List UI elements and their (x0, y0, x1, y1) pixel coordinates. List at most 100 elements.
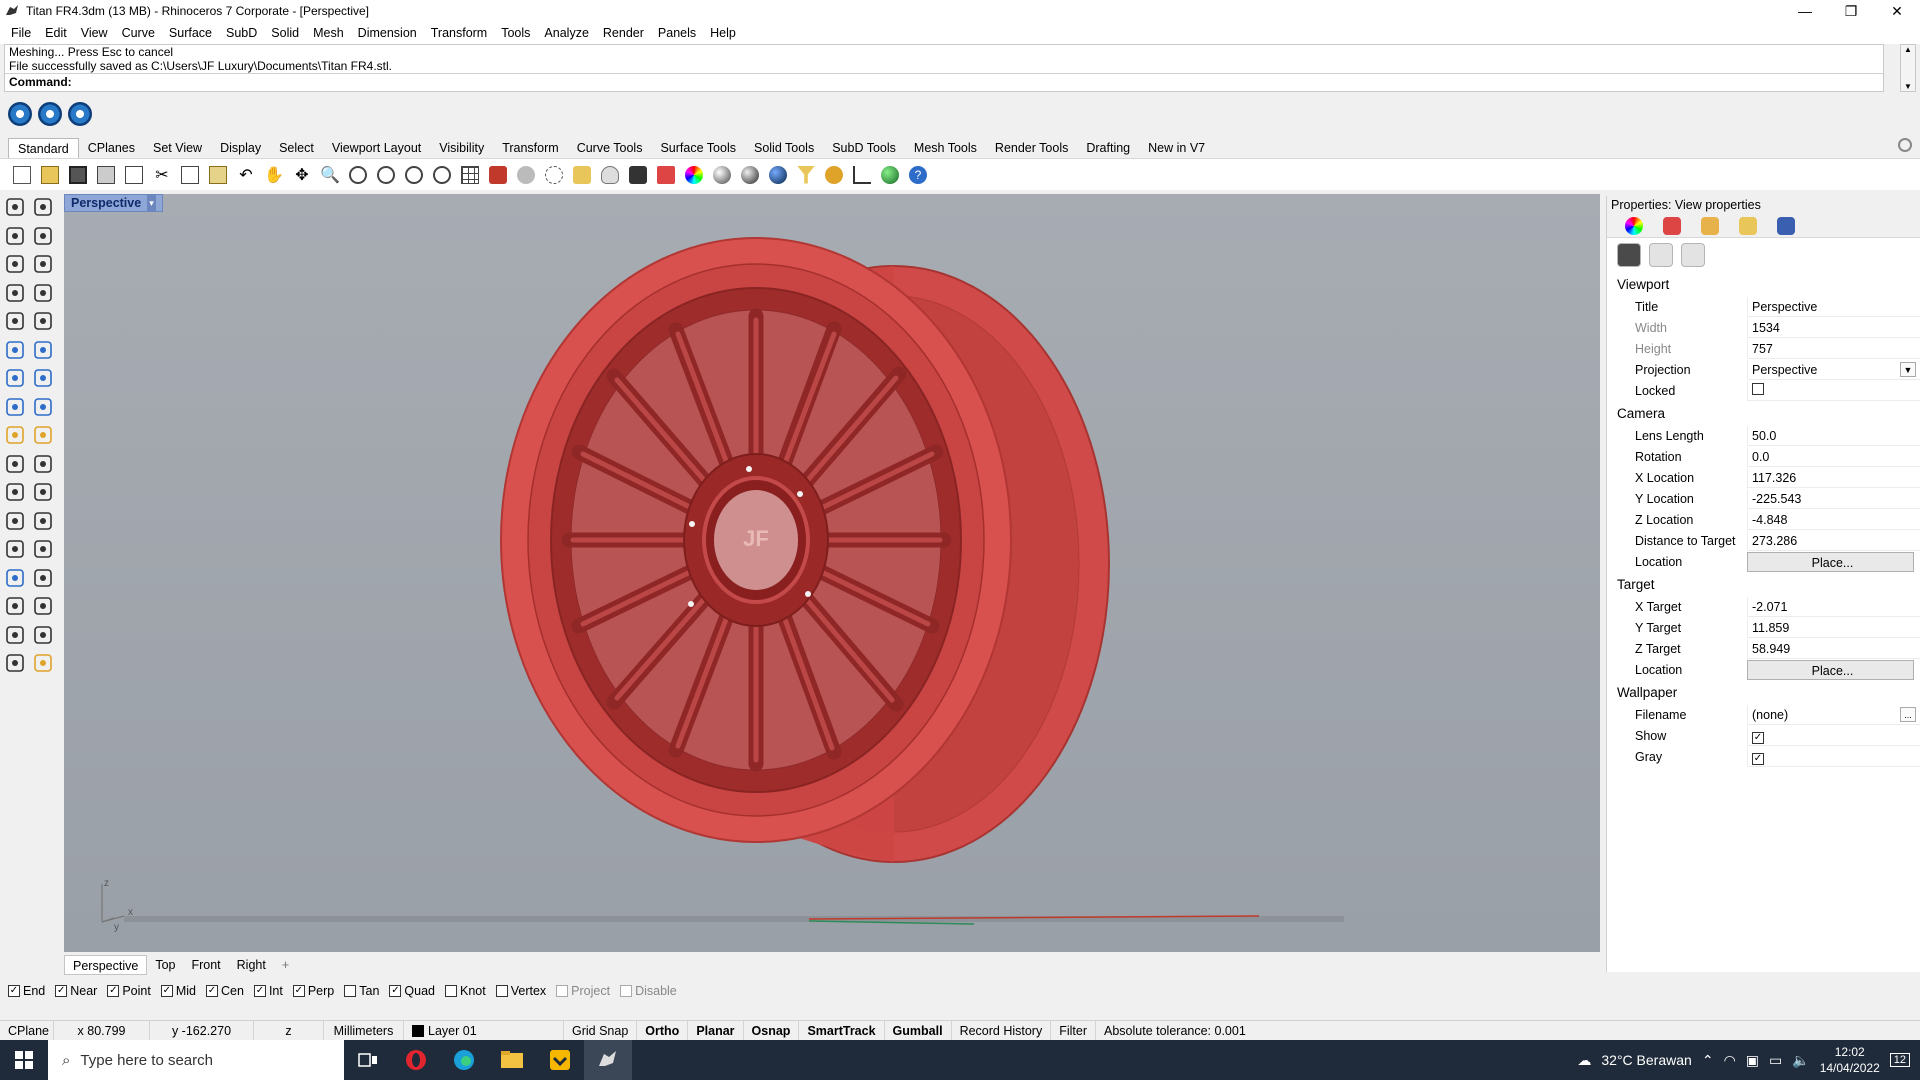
zoom-extents-icon[interactable] (374, 163, 398, 187)
rotate-view-icon[interactable]: ✥ (290, 163, 314, 187)
tab-viewport-layout[interactable]: Viewport Layout (323, 138, 430, 158)
rotate-icon[interactable] (4, 538, 28, 562)
explode-icon[interactable] (32, 424, 56, 448)
split-icon[interactable] (4, 424, 28, 448)
tab-select[interactable]: Select (270, 138, 323, 158)
volume-icon[interactable]: 🔈 (1792, 1052, 1809, 1069)
trim-icon[interactable] (4, 453, 28, 477)
y-target-field[interactable]: 11.859 (1747, 617, 1920, 638)
shaded-sphere-icon[interactable] (710, 163, 734, 187)
tab-mesh-tools[interactable]: Mesh Tools (905, 138, 986, 158)
menu-file[interactable]: File (4, 26, 38, 40)
status-filter[interactable]: Filter (1051, 1020, 1097, 1041)
zoom-selected-icon[interactable] (402, 163, 426, 187)
circle-icon[interactable] (4, 253, 28, 277)
menu-subd[interactable]: SubD (219, 26, 264, 40)
osnap-knot[interactable]: Knot (445, 984, 486, 998)
pipe-icon[interactable] (32, 396, 56, 420)
target-place-button[interactable]: Place... (1747, 659, 1914, 680)
osnap-quad[interactable]: ✓ Quad (389, 984, 435, 998)
clock[interactable]: 12:02 14/04/2022 (1820, 1044, 1880, 1076)
lens-length-field[interactable]: 50.0 (1747, 425, 1920, 446)
status-units[interactable]: Millimeters (324, 1020, 404, 1041)
osnap-disable[interactable]: Disable (620, 984, 677, 998)
status-grid-snap[interactable]: Grid Snap (564, 1020, 638, 1041)
locked-checkbox[interactable] (1752, 382, 1764, 395)
y-location-field[interactable]: -225.543 (1747, 488, 1920, 509)
move-icon[interactable] (4, 510, 28, 534)
cplane-icon[interactable] (542, 163, 566, 187)
menu-view[interactable]: View (74, 26, 115, 40)
export-icon[interactable] (122, 163, 146, 187)
rectangle-icon[interactable] (32, 282, 56, 306)
zoom-window-icon[interactable] (346, 163, 370, 187)
weather-text[interactable]: 32°C Berawan (1601, 1052, 1691, 1068)
folder-tab-icon[interactable] (1739, 216, 1757, 235)
status-ortho[interactable]: Ortho (637, 1020, 689, 1041)
cut-icon[interactable]: ✂ (150, 163, 174, 187)
control-point-curve-icon[interactable] (32, 225, 56, 249)
osnap-project[interactable]: Project (556, 984, 610, 998)
menu-mesh[interactable]: Mesh (306, 26, 351, 40)
check-icon[interactable] (32, 624, 56, 648)
copy-icon[interactable] (32, 510, 56, 534)
tab-top[interactable]: Top (147, 955, 183, 975)
chevron-up-icon[interactable]: ⌃ (1702, 1052, 1714, 1069)
render-sphere-icon[interactable] (766, 163, 790, 187)
new-file-icon[interactable] (10, 163, 34, 187)
scroll-down-icon[interactable]: ▼ (1904, 82, 1912, 91)
plugin-gear-icon[interactable] (8, 102, 32, 126)
status-osnap[interactable]: Osnap (744, 1020, 800, 1041)
toolbar-settings-icon[interactable] (1898, 138, 1912, 152)
osnap-mid[interactable]: ✓ Mid (160, 984, 196, 998)
show-checkbox[interactable]: ✓ (1752, 731, 1764, 744)
osnap-int[interactable]: ✓ Int (253, 984, 283, 998)
pan-hand-icon[interactable]: ✋ (262, 163, 286, 187)
tab-right[interactable]: Right (229, 955, 274, 975)
copy-icon[interactable] (178, 163, 202, 187)
browse-button[interactable]: ... (1900, 706, 1916, 722)
viewport-title-field[interactable]: Perspective (1747, 296, 1920, 317)
menu-analyze[interactable]: Analyze (537, 26, 595, 40)
select-arrow-icon[interactable] (4, 196, 28, 220)
select-filter-icon[interactable] (794, 163, 818, 187)
menu-solid[interactable]: Solid (264, 26, 306, 40)
tab-surface-tools[interactable]: Surface Tools (651, 138, 745, 158)
osnap-end[interactable]: ✓ End (8, 984, 45, 998)
edge-icon[interactable] (440, 1040, 488, 1080)
wallpaper-filename-field[interactable]: (none)... (1747, 704, 1920, 725)
undo-icon[interactable]: ↶ (234, 163, 258, 187)
named-view-icon[interactable] (486, 163, 510, 187)
gray-checkbox[interactable]: ✓ (1752, 752, 1764, 765)
battery-icon[interactable]: ▭ (1769, 1052, 1782, 1069)
polyline-icon[interactable] (4, 225, 28, 249)
z-target-field[interactable]: 58.949 (1747, 638, 1920, 659)
command-prompt[interactable]: Command: (5, 73, 1883, 89)
menu-curve[interactable]: Curve (115, 26, 162, 40)
projection-dropdown[interactable]: Perspective ▼ (1747, 359, 1920, 380)
boolean-icon[interactable] (4, 481, 28, 505)
status-cplane[interactable]: CPlane (0, 1020, 54, 1041)
status-gumball[interactable]: Gumball (885, 1020, 952, 1041)
loft-icon[interactable] (32, 339, 56, 363)
menu-edit[interactable]: Edit (38, 26, 74, 40)
tab-perspective[interactable]: Perspective (64, 955, 148, 975)
status-layer[interactable]: Layer 01 (404, 1020, 564, 1041)
light-bulb-icon[interactable] (598, 163, 622, 187)
command-scrollbar[interactable]: ▲ ▼ (1900, 44, 1916, 92)
render-icon[interactable] (32, 652, 56, 676)
options-gear-icon[interactable] (822, 163, 846, 187)
text-icon[interactable] (32, 595, 56, 619)
scroll-up-icon[interactable]: ▲ (1904, 45, 1912, 54)
edit-view-icon[interactable] (1649, 243, 1673, 267)
tab-render-tools[interactable]: Render Tools (986, 138, 1077, 158)
camera-place-button[interactable]: Place... (1747, 551, 1914, 572)
undo-view-icon[interactable] (430, 163, 454, 187)
add-viewport-icon[interactable]: + (274, 955, 297, 975)
chevron-down-icon[interactable]: ▼ (1900, 361, 1916, 377)
perspective-viewport[interactable]: Perspective ▾ z x y JF (64, 194, 1600, 952)
close-button[interactable]: ✕ (1874, 0, 1920, 22)
help-icon[interactable]: ? (906, 163, 930, 187)
tab-front[interactable]: Front (183, 955, 228, 975)
camera-tray-icon[interactable]: ▣ (1746, 1052, 1759, 1069)
